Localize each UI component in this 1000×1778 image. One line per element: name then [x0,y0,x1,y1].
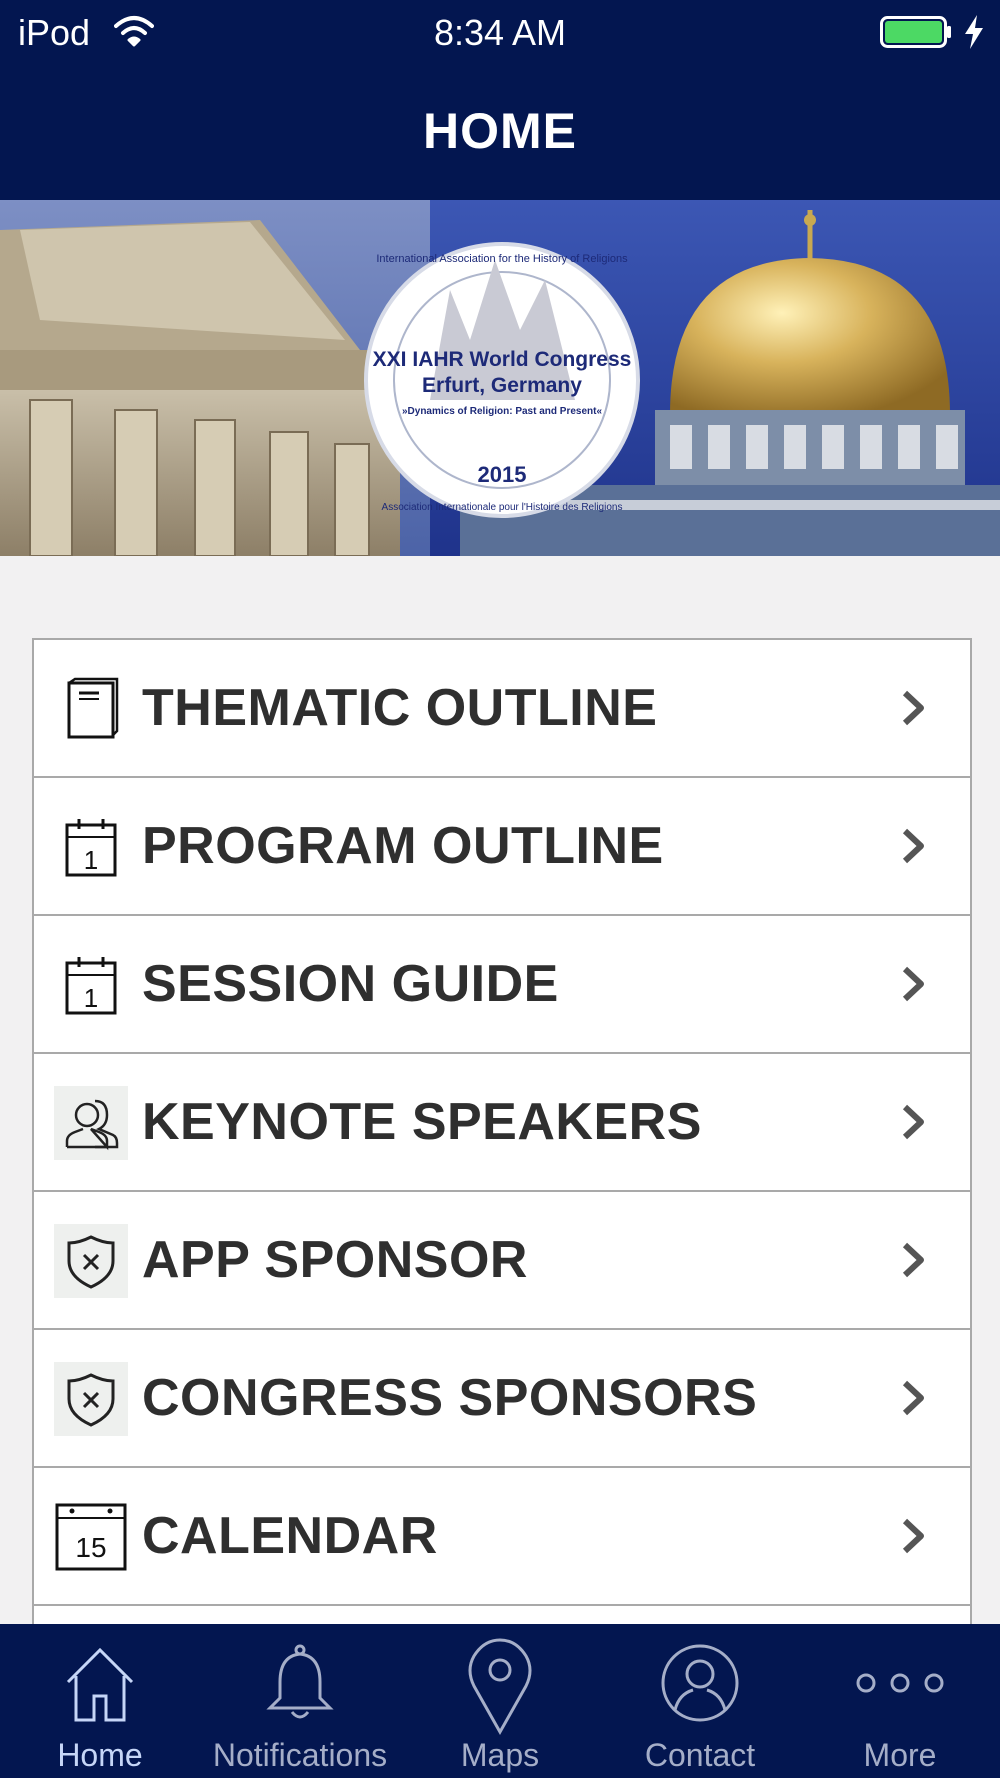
calendar-date-number: 15 [75,1532,106,1563]
menu-item-app-sponsor[interactable]: APP SPONSOR [34,1192,970,1330]
chevron-right-icon [902,690,924,726]
tab-label: Home [57,1737,143,1773]
shield-icon [54,1224,128,1298]
chevron-right-icon [902,1242,924,1278]
chevron-right-icon [902,1518,924,1554]
page-title: HOME [423,103,577,159]
home-icon [66,1647,134,1722]
chevron-right-icon [902,966,924,1002]
map-pin-icon [468,1638,532,1736]
chevron-right-icon [902,1380,924,1416]
tab-more[interactable]: More [800,1624,1000,1778]
logo-line-2: Erfurt, Germany [422,374,582,397]
calendar-day-number: 1 [84,983,98,1013]
congress-logo: XXI IAHR World Congress Erfurt, Germany … [364,242,640,518]
battery-icon [880,16,951,48]
calendar-day-icon: 1 [54,810,128,884]
tab-label: Contact [644,1737,756,1773]
banner-image: XXI IAHR World Congress Erfurt, Germany … [0,200,1000,556]
chevron-right-icon [902,828,924,864]
menu-item-label: CALENDAR [142,1507,438,1565]
home-menu-list: THEMATIC OUTLINE 1 PROGRAM OUTLINE 1 SES… [32,638,972,1628]
logo-line-1: XXI IAHR World Congress [373,348,632,371]
tab-notifications[interactable]: Notifications [200,1624,400,1778]
banner-artwork: XXI IAHR World Congress Erfurt, Germany … [0,200,1000,556]
menu-item-keynote-speakers[interactable]: KEYNOTE SPEAKERS [34,1054,970,1192]
chevron-right-icon [902,1104,924,1140]
tab-home[interactable]: Home [0,1624,200,1778]
tab-label: Maps [460,1737,540,1773]
menu-item-label: SESSION GUIDE [142,955,559,1013]
navigation-bar: HOME [0,62,1000,200]
bell-icon [266,1644,334,1719]
calendar-day-icon: 1 [54,948,128,1022]
logo-year: 2015 [478,462,527,487]
logo-arc-bottom: Association Internationale pour l'Histoi… [382,502,623,513]
tab-bar: Home Notifications Maps Contact More [0,1624,1000,1778]
status-time: 8:34 AM [433,12,567,53]
calendar-day-number: 1 [84,845,98,875]
tab-contact[interactable]: Contact [600,1624,800,1778]
tab-label: More [863,1737,937,1773]
menu-item-label: CONGRESS SPONSORS [142,1369,758,1427]
shield-icon [54,1362,128,1436]
menu-item-label: PROGRAM OUTLINE [142,817,664,875]
book-icon [54,672,128,746]
people-icon [54,1086,128,1160]
menu-item-congress-sponsors[interactable]: CONGRESS SPONSORS [34,1330,970,1468]
status-bar: iPod 8:34 AM [0,0,1000,62]
menu-item-program-outline[interactable]: 1 PROGRAM OUTLINE [34,778,970,916]
menu-item-session-guide[interactable]: 1 SESSION GUIDE [34,916,970,1054]
contact-icon [661,1644,739,1722]
logo-arc-top: International Association for the Histor… [376,253,628,265]
more-icon [856,1673,944,1693]
tab-label: Notifications [212,1737,388,1773]
tab-maps[interactable]: Maps [400,1624,600,1778]
calendar-icon: 15 [54,1500,128,1574]
menu-item-calendar[interactable]: 15 CALENDAR [34,1468,970,1606]
menu-item-label: APP SPONSOR [142,1231,528,1289]
charging-bolt-icon [965,15,983,49]
menu-item-thematic-outline[interactable]: THEMATIC OUTLINE [34,640,970,778]
menu-item-label: KEYNOTE SPEAKERS [142,1093,702,1151]
menu-item-label: THEMATIC OUTLINE [142,679,658,737]
logo-line-3: »Dynamics of Religion: Past and Present« [402,406,602,417]
